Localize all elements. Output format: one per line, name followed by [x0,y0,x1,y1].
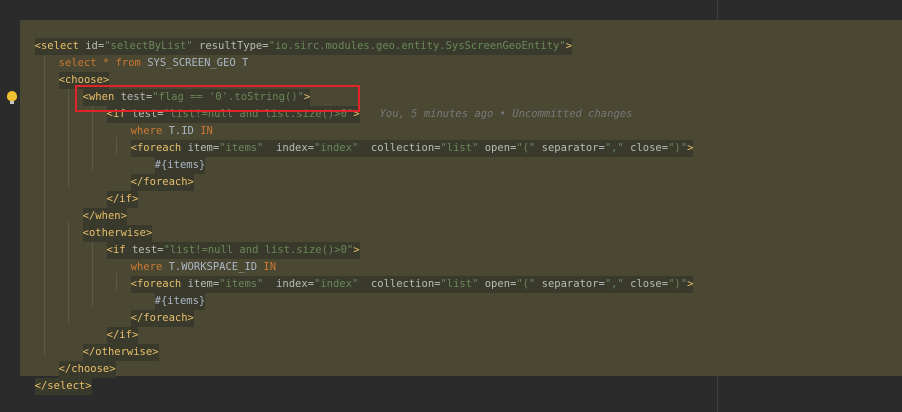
indent-guide [44,52,45,356]
code-line[interactable]: </if> [94,310,139,344]
code-line[interactable]: <foreach item="items" index="index" coll… [118,123,694,157]
code-line[interactable]: </when> [70,191,127,225]
code-line[interactable]: <otherwise> [70,208,153,242]
git-blame-annotation: You, 5 minutes ago • Uncommitted changes [379,108,633,120]
indent-guide [116,137,117,154]
code-line[interactable]: <select id="selectByList" resultType="io… [22,21,573,55]
code-line[interactable]: <if test="list!=null and list.size()>0"> [94,225,360,259]
annotation-highlight-box [75,85,360,112]
code-line[interactable]: where T.WORKSPACE_ID IN [118,242,276,273]
code-line[interactable]: #{items} [142,276,206,310]
indent-guide [92,103,93,171]
code-line[interactable]: select * from SYS_SCREEN_GEO T [46,38,249,69]
editor-gutter [0,0,20,412]
indent-guide [92,239,93,307]
indent-guide [68,222,69,324]
lightbulb-icon[interactable] [7,91,17,104]
code-line[interactable]: </choose> [46,344,116,378]
code-line[interactable]: </if> [94,174,139,208]
right-margin-guide [717,0,718,20]
code-line[interactable]: </foreach> [118,293,194,327]
code-line[interactable]: <choose> [46,55,110,89]
code-line[interactable]: </foreach> [118,157,194,191]
code-line[interactable]: <foreach item="items" index="index" coll… [118,259,694,293]
right-margin-guide [717,376,718,412]
indent-guide [68,86,69,188]
code-line[interactable]: </select> [22,361,92,395]
code-line[interactable]: #{items} [142,140,206,174]
code-line[interactable]: </otherwise> [70,327,159,361]
indent-guide [116,273,117,290]
